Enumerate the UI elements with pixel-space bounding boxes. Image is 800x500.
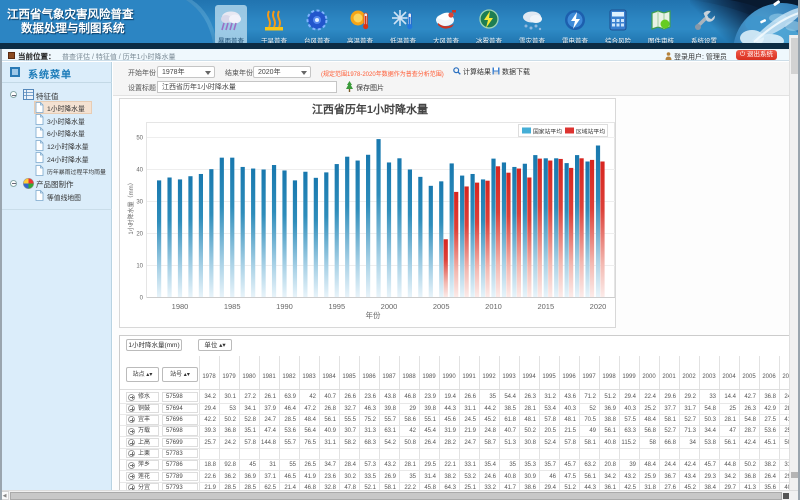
svg-text:40: 40 <box>136 168 143 174</box>
svg-text:区域站平均: 区域站平均 <box>576 128 605 136</box>
svg-text:20: 20 <box>136 232 143 238</box>
svg-text:2010: 2010 <box>485 302 502 311</box>
svg-text:2000: 2000 <box>381 302 398 311</box>
svg-text:2015: 2015 <box>537 302 554 311</box>
svg-text:1985: 1985 <box>224 302 241 311</box>
svg-text:1980: 1980 <box>172 302 189 311</box>
svg-text:10: 10 <box>136 264 143 270</box>
svg-text:30: 30 <box>136 200 143 206</box>
svg-text:1小时降水量（mm）: 1小时降水量（mm） <box>127 179 135 234</box>
svg-text:2020: 2020 <box>590 302 607 311</box>
svg-text:1990: 1990 <box>276 302 293 311</box>
svg-text:国家站平均: 国家站平均 <box>533 128 562 136</box>
svg-text:江西省历年1小时降水量: 江西省历年1小时降水量 <box>312 102 428 116</box>
svg-text:1995: 1995 <box>328 302 345 311</box>
svg-text:2005: 2005 <box>433 302 450 311</box>
svg-text:0: 0 <box>140 296 144 302</box>
svg-text:年份: 年份 <box>366 310 381 320</box>
svg-text:50: 50 <box>136 136 143 142</box>
